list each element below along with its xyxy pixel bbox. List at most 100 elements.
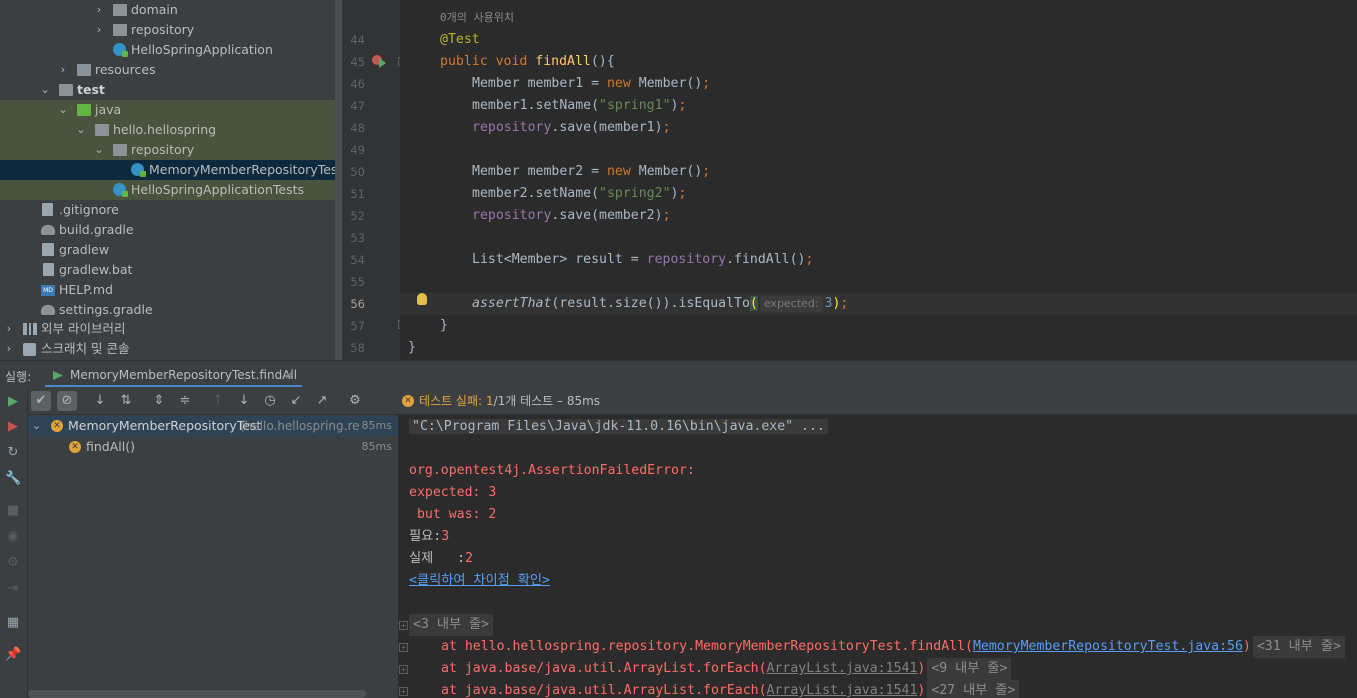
close-icon[interactable]: ×: [284, 363, 294, 388]
folded-lines-label[interactable]: <27 내부 줄>: [927, 680, 1020, 698]
line-number: 49: [350, 143, 365, 157]
tree-item-hello-spring-application[interactable]: HelloSpringApplication: [0, 40, 335, 60]
console-command-line[interactable]: "C:\Program Files\Java\jdk-11.0.16\bin\j…: [409, 416, 828, 438]
chevron-down-icon[interactable]: ⌄: [93, 140, 105, 160]
source-link[interactable]: ArrayList.java:1541: [767, 661, 918, 676]
test-run-icon: [53, 371, 63, 380]
layout-icon[interactable]: ▦: [5, 615, 21, 631]
chevron-down-icon[interactable]: ⌄: [39, 80, 51, 100]
chevron-down-icon[interactable]: ⌄: [75, 120, 87, 140]
folder-icon: [113, 4, 127, 16]
trace-text: ): [917, 661, 926, 676]
line-number: 57: [350, 319, 365, 333]
test-method-row[interactable]: ✕ findAll() 85ms: [28, 437, 398, 457]
horizontal-scrollbar[interactable]: [28, 690, 366, 698]
run-tab[interactable]: MemoryMemberRepositoryTest.findAll ×: [45, 363, 302, 388]
tree-item-gradlew-bat[interactable]: gradlew.bat: [0, 260, 335, 280]
folded-lines-label[interactable]: <3 내부 줄>: [409, 614, 494, 636]
console-output[interactable]: "C:\Program Files\Java\jdk-11.0.16\bin\j…: [398, 415, 1357, 698]
collapse-all-icon[interactable]: ≑: [175, 391, 195, 411]
pin-icon[interactable]: 📌: [5, 647, 21, 663]
line-number: 46: [350, 77, 365, 91]
tree-item-scratches[interactable]: › 스크래치 및 콘솔: [0, 339, 335, 359]
chevron-right-icon[interactable]: ›: [57, 60, 69, 80]
diff-link[interactable]: <클릭하여 차이점 확인>: [409, 573, 550, 588]
previous-failed-icon[interactable]: ↑: [208, 391, 228, 411]
tree-item-label: gradlew.bat: [59, 262, 133, 277]
tree-item-label: 외부 라이브러리: [41, 321, 126, 336]
folded-lines-label[interactable]: <31 내부 줄>: [1252, 636, 1345, 658]
source-link[interactable]: MemoryMemberRepositoryTest.java:56: [973, 639, 1243, 654]
expand-icon[interactable]: +: [399, 687, 408, 696]
chevron-right-icon[interactable]: ›: [93, 0, 105, 20]
expand-icon[interactable]: +: [399, 621, 408, 630]
test-class-icon: [113, 183, 128, 197]
tree-item-external-libraries[interactable]: › 외부 라이브러리: [0, 319, 335, 339]
required-label: 필요:: [409, 529, 442, 544]
history-icon[interactable]: ◷: [260, 391, 280, 411]
show-ignored-icon[interactable]: ⊘: [57, 391, 77, 411]
tree-item-build-gradle[interactable]: build.gradle: [0, 220, 335, 240]
run-tab-title: MemoryMemberRepositoryTest.findAll: [70, 368, 298, 382]
tree-item-domain[interactable]: › domain: [0, 0, 335, 20]
tree-item-gradlew[interactable]: gradlew: [0, 240, 335, 260]
code-editor[interactable]: 0개의 사용위치 @Test public void findAll(){ Me…: [400, 0, 1357, 360]
tree-item-settings-gradle[interactable]: settings.gradle: [0, 300, 335, 320]
tree-item-hello-spring-application-tests[interactable]: HelloSpringApplicationTests: [0, 180, 335, 200]
test-class-icon: [131, 163, 146, 177]
tree-item-label: settings.gradle: [59, 302, 153, 317]
project-tree: › domain › repository HelloSpringApplica…: [0, 0, 335, 360]
next-failed-icon[interactable]: ↓: [234, 391, 254, 411]
test-status-bar: ✕ 테스트 실패: 1/1개 테스트 – 85ms: [398, 387, 1357, 415]
tree-item-test-repository[interactable]: ⌄ repository: [0, 140, 335, 160]
import-tests-icon[interactable]: ↙: [286, 391, 306, 411]
rerun-icon[interactable]: ▶: [5, 394, 21, 410]
sort-by-duration-icon[interactable]: ⇅: [116, 391, 136, 411]
test-folder-icon: [77, 104, 91, 116]
chevron-right-icon[interactable]: ›: [93, 20, 105, 40]
usages-hint[interactable]: 0개의 사용위치: [440, 9, 514, 25]
tree-item-help-md[interactable]: MD HELP.md: [0, 280, 335, 300]
expand-all-icon[interactable]: ⇕: [149, 391, 169, 411]
tree-item-memory-member-repository-test[interactable]: MemoryMemberRepositoryTest: [0, 160, 335, 180]
folded-lines-label[interactable]: <9 내부 줄>: [927, 658, 1012, 680]
tree-item-test[interactable]: ⌄ test: [0, 80, 335, 100]
tree-item-hello-hellospring[interactable]: ⌄ hello.hellospring: [0, 120, 335, 140]
expand-icon[interactable]: +: [399, 665, 408, 674]
chevron-right-icon[interactable]: ›: [3, 339, 15, 359]
tree-item-resources[interactable]: › resources: [0, 60, 335, 80]
tree-item-java[interactable]: ⌄ java: [0, 100, 335, 120]
export-tests-icon[interactable]: ↗: [312, 391, 332, 411]
exit-icon[interactable]: ⇥: [5, 581, 21, 597]
tree-item-label: hello.hellospring: [113, 122, 217, 137]
tree-item-repository[interactable]: › repository: [0, 20, 335, 40]
console-folded-lines[interactable]: <3 내부 줄>: [409, 614, 494, 636]
tree-item-gitignore[interactable]: .gitignore: [0, 200, 335, 220]
chevron-down-icon[interactable]: ⌄: [57, 100, 69, 120]
trace-text: at hello.hellospring.repository.MemoryMe…: [441, 639, 973, 654]
test-failed-icon: ✕: [51, 420, 63, 432]
chevron-down-icon[interactable]: ⌄: [32, 416, 41, 436]
sort-alphabetically-icon[interactable]: ↓: [90, 391, 110, 411]
code-line-50: Member member2 = new Member();: [472, 164, 711, 179]
stop-icon[interactable]: ■: [5, 503, 21, 519]
expand-icon[interactable]: +: [399, 643, 408, 652]
show-passed-icon[interactable]: ✔: [31, 391, 51, 411]
source-link[interactable]: ArrayList.java:1541: [767, 683, 918, 698]
wrench-icon[interactable]: 🔧: [5, 471, 21, 487]
tree-scrollbar[interactable]: [335, 0, 342, 360]
gear-icon[interactable]: ⚙: [345, 391, 365, 411]
console-diff-link[interactable]: <클릭하여 차이점 확인>: [409, 570, 550, 592]
run-test-icon[interactable]: [379, 58, 386, 68]
test-class-row[interactable]: ⌄ ✕ MemoryMemberRepositoryTest (hello.he…: [28, 416, 398, 436]
rerun-failed-icon[interactable]: ▶: [5, 419, 21, 435]
console-required: 필요:3: [409, 526, 449, 548]
toggle-auto-test-icon[interactable]: ↻: [5, 445, 21, 461]
code-line-45: public void findAll(){: [440, 54, 615, 69]
lightbulb-icon[interactable]: [417, 293, 427, 305]
chevron-right-icon[interactable]: ›: [3, 319, 15, 339]
command-text: "C:\Program Files\Java\jdk-11.0.16\bin\j…: [409, 419, 828, 434]
camera-icon[interactable]: ◉: [5, 529, 21, 545]
spring-class-icon: [113, 43, 128, 57]
settings-icon[interactable]: ⚙: [5, 555, 21, 571]
